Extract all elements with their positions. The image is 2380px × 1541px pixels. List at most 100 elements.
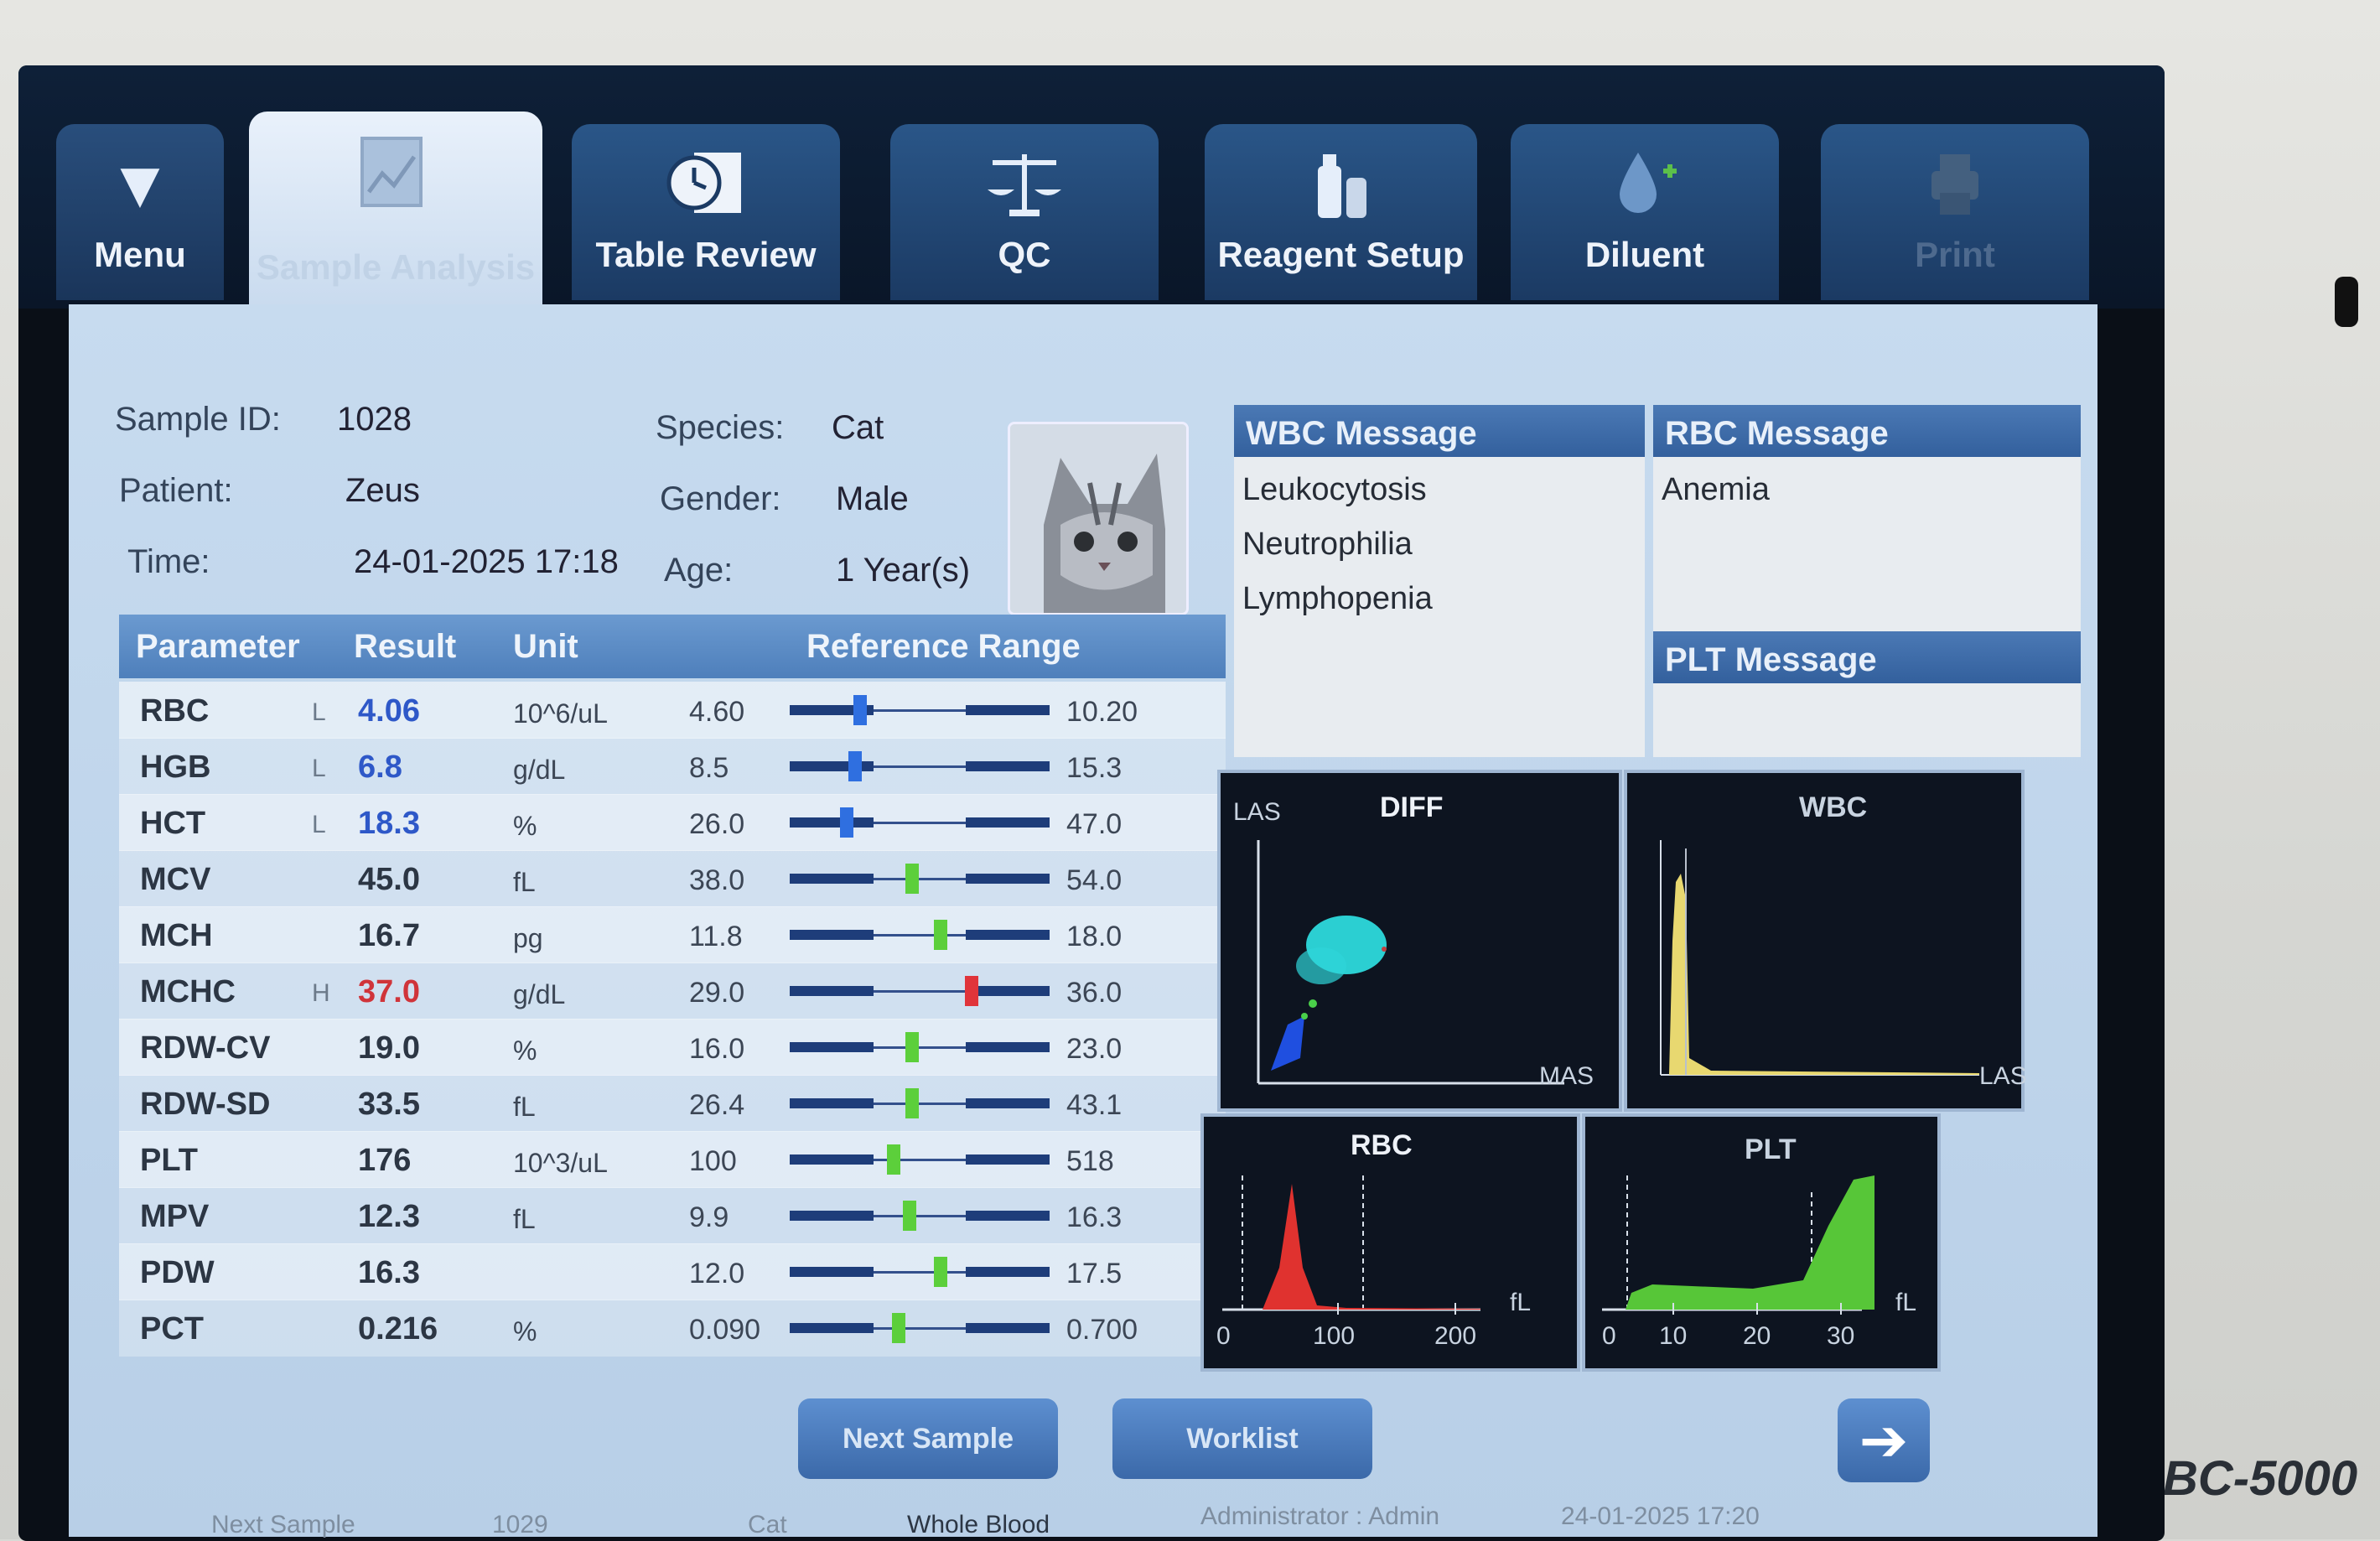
reference-range-bar (790, 1257, 1050, 1287)
reference-range-bar (790, 1201, 1050, 1231)
table-row: MCHC H 37.0 g/dL 29.0 36.0 (119, 962, 1226, 1020)
reference-range-bar (790, 1088, 1050, 1118)
range-max: 43.1 (1066, 1089, 1123, 1121)
parameter-name: HGB (140, 750, 211, 785)
range-min: 11.8 (689, 921, 743, 952)
plt-tick: 0 (1602, 1322, 1616, 1350)
parameter-name: RDW-SD (140, 1087, 271, 1122)
status-next-id: 1029 (492, 1511, 548, 1538)
range-max: 23.0 (1066, 1033, 1123, 1065)
result-flag: L (312, 811, 326, 838)
reference-range-bar (790, 920, 1050, 950)
tab-print[interactable]: Print (1821, 124, 2089, 300)
result-marker (905, 1032, 919, 1062)
diff-y-label: LAS (1233, 798, 1281, 826)
table-row: PDW 16.3 12.0 17.5 (119, 1243, 1226, 1300)
unit-value: % (513, 1316, 537, 1346)
rbc-tick: 0 (1216, 1322, 1231, 1350)
tab-print-label: Print (1915, 235, 1995, 274)
tab-table-review-label: Table Review (595, 235, 817, 274)
parameter-name: PDW (140, 1255, 215, 1290)
result-value: 18.3 (358, 806, 420, 841)
table-row: HCT L 18.3% 26.0 47.0 (119, 794, 1226, 851)
unit-value: fL (513, 1092, 536, 1122)
parameter-name: MPV (140, 1199, 210, 1234)
tab-qc[interactable]: QC (890, 124, 1159, 300)
tab-sample-analysis[interactable]: Sample Analysis (249, 112, 542, 313)
range-max: 16.3 (1066, 1201, 1123, 1233)
rbc-histogram: RBC fL 0 100 200 (1200, 1113, 1580, 1372)
arrow-right-icon[interactable]: ➔ (1838, 1398, 1930, 1482)
reference-range-bar (790, 864, 1050, 894)
patient-label: Patient: (119, 472, 233, 509)
unit-value: % (513, 1035, 537, 1066)
range-max: 0.700 (1066, 1314, 1138, 1346)
reference-range-bar (790, 751, 1050, 781)
status-datetime: 24-01-2025 17:20 (1561, 1502, 1760, 1530)
result-marker (934, 920, 947, 950)
status-bar: Next Sample 1029 Cat Whole Blood Adminis… (102, 1499, 2047, 1541)
rbc-title: RBC (1351, 1129, 1413, 1161)
analyzer-screen: ▼ Menu Sample Analysis Table Review QC R… (18, 65, 2165, 1541)
tab-sample-analysis-label: Sample Analysis (256, 247, 536, 287)
result-marker (965, 976, 978, 1006)
table-row: PCT 0.216% 0.090 0.700 (119, 1300, 1226, 1357)
result-marker (853, 695, 867, 725)
rbc-tick: 200 (1434, 1322, 1477, 1350)
menu-triangle-icon: ▼ (106, 147, 174, 221)
plt-tick: 10 (1659, 1322, 1688, 1350)
range-min: 29.0 (689, 977, 745, 1009)
unit-value: fL (513, 1204, 536, 1234)
unit-value: g/dL (513, 755, 566, 785)
plt-unit: fL (1895, 1289, 1917, 1316)
result-value: 16.3 (358, 1255, 420, 1290)
result-marker (840, 807, 853, 838)
unit-value: 10^6/uL (513, 698, 608, 729)
rbc-message-header: RBC Message (1653, 405, 2081, 457)
next-sample-button[interactable]: Next Sample (798, 1398, 1058, 1479)
wbc-message-header: WBC Message (1234, 405, 1645, 457)
table-row: MCH 16.7 pg 11.8 18.0 (119, 906, 1226, 963)
time-label: Time: (127, 543, 210, 580)
parameter-name: PLT (140, 1143, 198, 1178)
diff-title: DIFF (1380, 791, 1444, 823)
table-row: RDW-SD 33.5 fL 26.4 43.1 (119, 1075, 1226, 1132)
header-parameter: Parameter (136, 628, 300, 665)
range-min: 8.5 (689, 752, 729, 784)
rbc-message-title: RBC Message (1665, 415, 1889, 452)
age-label: Age: (664, 552, 734, 589)
species-label: Species: (656, 409, 785, 446)
table-review-icon (666, 146, 746, 223)
reagent-bottles-icon (1301, 146, 1382, 223)
range-min: 16.0 (689, 1033, 745, 1065)
wbc-x-label: LAS (1979, 1062, 2027, 1090)
status-next-label: Next Sample (211, 1511, 355, 1538)
unit-value: g/dL (513, 979, 566, 1009)
sample-id-label: Sample ID: (115, 401, 281, 438)
species-value: Cat (832, 409, 884, 446)
plt-tick: 20 (1743, 1322, 1771, 1350)
result-flag: L (312, 755, 326, 782)
plt-message-header: PLT Message (1653, 631, 2081, 683)
tab-menu[interactable]: ▼ Menu (56, 124, 224, 300)
worklist-button[interactable]: Worklist (1112, 1398, 1372, 1479)
diff-scattergram: DIFF LAS MAS (1217, 770, 1622, 1112)
table-row: MCV 45.0 fL 38.0 54.0 (119, 850, 1226, 907)
printer-icon (1915, 146, 1995, 223)
scale-icon (984, 146, 1065, 223)
range-max: 518 (1066, 1145, 1114, 1177)
result-marker (887, 1144, 900, 1175)
tab-table-review[interactable]: Table Review (572, 124, 840, 300)
range-max: 15.3 (1066, 752, 1123, 784)
tab-diluent[interactable]: Diluent (1511, 124, 1779, 300)
reference-range-bar (790, 807, 1050, 838)
wbc-message-item: Lymphopenia (1242, 581, 1433, 616)
tab-diluent-label: Diluent (1584, 235, 1705, 274)
result-value: 33.5 (358, 1087, 420, 1122)
gender-label: Gender: (660, 480, 781, 517)
tab-reagent-setup[interactable]: Reagent Setup (1205, 124, 1477, 300)
parameter-name: HCT (140, 806, 206, 841)
result-value: 0.216 (358, 1311, 438, 1346)
plt-message-title: PLT Message (1665, 641, 1877, 678)
wbc-message-item: Neutrophilia (1242, 527, 1413, 562)
